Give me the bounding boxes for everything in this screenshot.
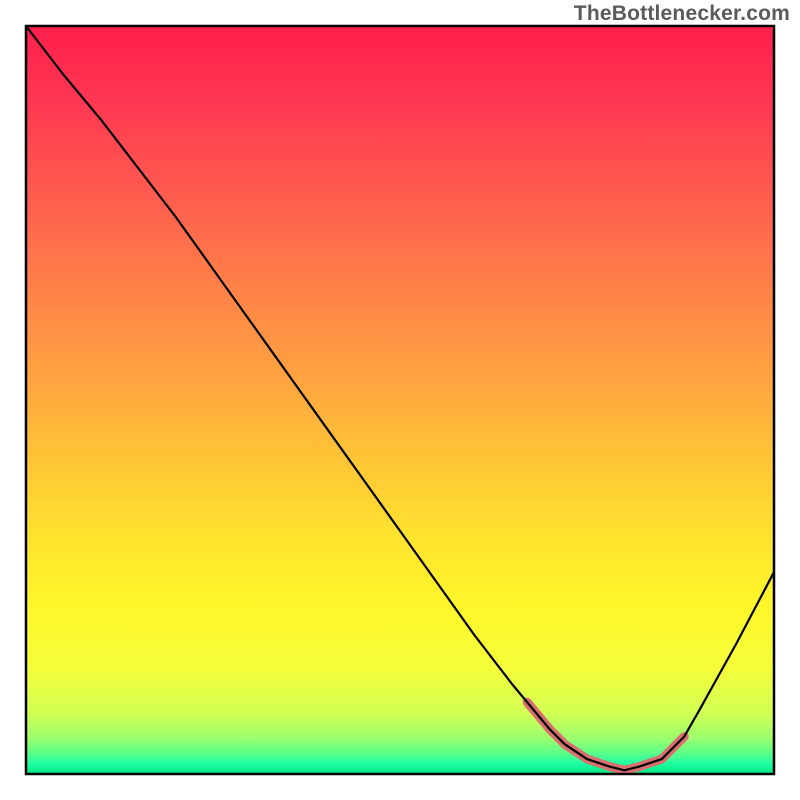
bottleneck-chart: TheBottlenecker.com <box>0 0 800 800</box>
gradient-background <box>26 26 774 774</box>
chart-svg <box>0 0 800 800</box>
watermark-label: TheBottlenecker.com <box>574 2 790 26</box>
